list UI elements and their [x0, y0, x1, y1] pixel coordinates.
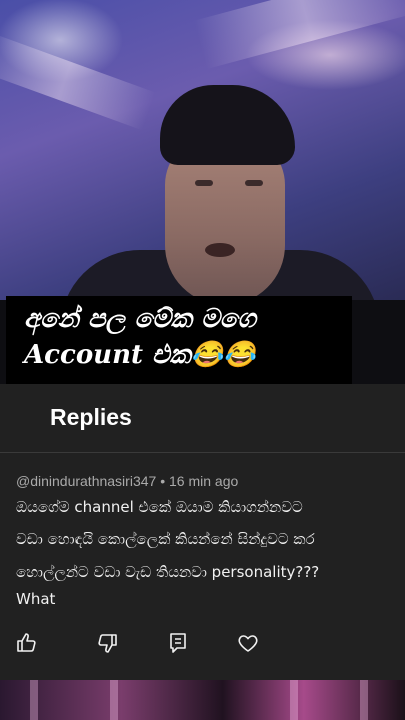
caption-line-2: Account එක😂😂	[24, 340, 256, 370]
comment-text-line: ඔයගේම channel එකේ ඔයාම කියාගන්නවට	[16, 498, 303, 516]
meta-separator: •	[160, 473, 166, 489]
dislike-button[interactable]	[92, 628, 122, 658]
thumbs-down-icon	[98, 634, 117, 653]
video-caption-overlay: අනේ පල මේක මගෙ Account එක😂😂	[6, 296, 352, 384]
heart-icon	[238, 635, 258, 652]
reply-button[interactable]	[163, 628, 193, 658]
video-frame-bottom	[0, 680, 405, 720]
light-stripe	[30, 680, 38, 720]
stage-light-beam	[0, 31, 156, 131]
comment-author[interactable]: @dinindurathnasiri347	[16, 473, 156, 489]
comment-icon	[170, 633, 186, 653]
caption-line-1: අනේ පල මේක මගෙ	[24, 304, 256, 334]
heart-button[interactable]	[233, 628, 263, 658]
stage-light-beam	[193, 0, 405, 70]
person-hair	[160, 85, 295, 165]
person-mouth	[205, 243, 235, 257]
comment-text-line: What	[16, 590, 56, 608]
light-stripe	[290, 680, 298, 720]
person-eye	[245, 180, 263, 186]
comment-text-line: වඩා හොඳයි කොල්ලෙක් කියන්නේ සින්දුවට කර	[16, 530, 315, 548]
light-stripe	[360, 680, 368, 720]
video-frame[interactable]	[0, 0, 405, 300]
like-button[interactable]	[12, 628, 42, 658]
light-stripe	[110, 680, 118, 720]
comment-time: 16 min ago	[169, 473, 239, 489]
comment-text-line: හොල්ලන්ට වඩා වැඩ තියනවා personality???	[16, 563, 320, 581]
replies-header: Replies	[0, 384, 405, 453]
person-head	[150, 85, 300, 300]
comment-meta: @dinindurathnasiri347 • 16 min ago	[16, 473, 238, 489]
person-eye	[195, 180, 213, 186]
replies-title: Replies	[50, 404, 132, 430]
thumbs-up-icon	[17, 633, 36, 652]
